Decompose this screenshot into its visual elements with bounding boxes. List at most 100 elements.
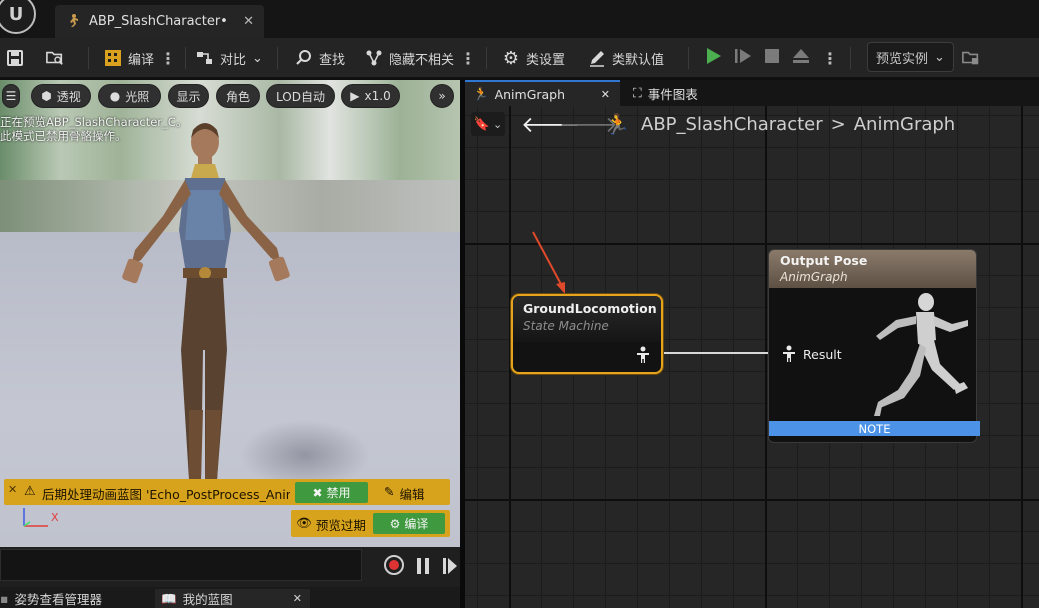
node-subtitle: AnimGraph xyxy=(780,270,848,284)
state-machine-node[interactable]: GroundLocomotion State Machine xyxy=(511,294,663,374)
play-options-icon[interactable]: ⋮ xyxy=(822,49,838,68)
bookmark-dropdown[interactable]: 🔖 ⌄ xyxy=(471,112,505,136)
book-icon: 📖 xyxy=(161,590,177,606)
diff-label: 对比 xyxy=(220,52,247,68)
pose-wire xyxy=(663,352,779,354)
preview-notice: 正在预览ABP_SlashCharacter_C。 此模式已禁用骨骼操作。 xyxy=(0,115,187,143)
tab-animgraph[interactable]: 🏃 AnimGraph ✕ xyxy=(465,80,620,106)
edit-button[interactable]: ✎ 编辑 xyxy=(384,484,425,503)
lod-dropdown[interactable]: LOD自动 xyxy=(266,84,335,108)
tab-pose-watch-manager[interactable]: ▪ 姿势查看管理器 xyxy=(0,589,102,608)
preview-notice-line2: 此模式已禁用骨骼操作。 xyxy=(0,129,127,143)
compile-options-icon[interactable]: ⋮ xyxy=(160,49,176,68)
title-bar: U ABP_SlashCharacter• ✕ xyxy=(0,0,1039,38)
stop-icon[interactable] xyxy=(764,48,780,68)
perspective-label: 透视 xyxy=(56,89,81,104)
close-tab-icon[interactable]: ✕ xyxy=(243,14,254,29)
preview-expired-label: 预览过期 xyxy=(315,518,366,533)
viewport-menu-button[interactable]: ☰ xyxy=(2,84,20,108)
save-button[interactable] xyxy=(6,44,24,72)
hamburger-icon: ☰ xyxy=(5,89,17,103)
preview-expired-status: 👁 预览过期 xyxy=(296,515,366,534)
blueprint-asset-icon xyxy=(65,12,81,32)
close-tab-icon[interactable]: ✕ xyxy=(601,88,610,101)
result-input-pin[interactable]: Result xyxy=(781,345,842,363)
chevron-down-icon: ⌄ xyxy=(252,50,263,66)
document-tab[interactable]: ABP_SlashCharacter• ✕ xyxy=(55,5,264,38)
breadcrumb-blueprint[interactable]: ABP_SlashCharacter xyxy=(641,114,823,135)
perspective-dropdown[interactable]: ⬢ 透视 xyxy=(31,84,91,108)
show-dropdown[interactable]: 显示 xyxy=(168,84,209,108)
node-title: Output Pose xyxy=(780,253,868,268)
output-pose-node[interactable]: Output Pose AnimGraph Result NOTE xyxy=(768,249,980,443)
step-forward-button[interactable] xyxy=(442,557,458,579)
graph-navigation-bar: 🔖 ⌄ 🡐 🡒 🏃 ABP_SlashCharacter > AnimGraph xyxy=(465,106,1039,144)
close-tab-icon[interactable]: ✕ xyxy=(293,592,302,605)
anim-graph-canvas[interactable]: 🔖 ⌄ 🡐 🡒 🏃 ABP_SlashCharacter > AnimGraph… xyxy=(465,106,1039,608)
breadcrumb-graph[interactable]: AnimGraph xyxy=(854,114,955,135)
gear-icon: ⚙ xyxy=(502,47,520,69)
bookmark-icon: 🔖 xyxy=(473,116,490,132)
node-title: GroundLocomotion xyxy=(523,301,657,316)
hide-unrelated-label: 隐藏不相关 xyxy=(389,52,455,68)
gear-icon: ⚙ xyxy=(389,516,401,531)
pose-output-pin[interactable] xyxy=(635,346,651,368)
lighting-dropdown[interactable]: ● 光照 xyxy=(98,84,161,108)
play-controls: ⋮ xyxy=(704,44,838,72)
pencil-icon xyxy=(588,49,606,67)
compile-icon xyxy=(104,49,122,67)
graph-tab-bar: 🏃 AnimGraph ✕ ⛶ 事件图表 xyxy=(465,80,1039,106)
compile-button[interactable]: ⚙ 编译 xyxy=(373,513,445,534)
character-mesh xyxy=(122,123,290,480)
record-button[interactable] xyxy=(384,555,404,575)
double-chevron-right-icon: » xyxy=(438,89,446,103)
tab-event-graph[interactable]: ⛶ 事件图表 xyxy=(625,80,698,106)
eject-icon[interactable] xyxy=(792,47,810,69)
tab-my-blueprint[interactable]: 📖 我的蓝图 ✕ xyxy=(155,589,310,608)
warning-icon: ⚠ xyxy=(24,484,36,499)
preview-viewport[interactable]: ☰ ⬢ 透视 ● 光照 显示 角色 LOD自动 ▶ x1.0 » 正在预览ABP… xyxy=(0,80,460,547)
pause-button[interactable] xyxy=(416,557,430,579)
hide-unrelated-button[interactable]: 隐藏不相关 ⋮ xyxy=(365,44,476,72)
class-settings-button[interactable]: ⚙ 类设置 xyxy=(502,44,565,72)
chevron-down-icon: ⌄ xyxy=(934,49,945,65)
disable-button[interactable]: ✖ 禁用 xyxy=(295,482,368,503)
diff-dropdown[interactable]: 对比 ⌄ xyxy=(196,44,263,72)
dismiss-icon[interactable]: ✕ xyxy=(8,483,17,496)
pose-pin-icon xyxy=(637,346,649,363)
pose-pin-icon xyxy=(783,345,795,362)
more-options-icon[interactable]: ⋮ xyxy=(460,49,476,68)
note-bar[interactable]: NOTE xyxy=(769,421,980,436)
preview-instance-dropdown[interactable]: 预览实例 ⌄ xyxy=(867,42,954,72)
class-settings-label: 类设置 xyxy=(526,52,566,68)
step-icon[interactable] xyxy=(734,47,752,69)
breadcrumb: ABP_SlashCharacter > AnimGraph xyxy=(641,114,955,135)
tab-event-graph-label: 事件图表 xyxy=(647,86,698,102)
axis-gizmo: X xyxy=(20,508,60,530)
pause-icon xyxy=(417,558,429,574)
timeline-track[interactable] xyxy=(0,549,362,581)
annotation-arrow xyxy=(532,231,565,294)
play-icon[interactable] xyxy=(704,47,722,69)
x-icon: ✖ xyxy=(312,485,323,500)
expand-toolbar-button[interactable]: » xyxy=(430,84,454,108)
tab-animgraph-label: AnimGraph xyxy=(494,86,566,102)
record-icon xyxy=(389,560,399,570)
class-defaults-button[interactable]: 类默认值 xyxy=(588,44,664,72)
event-graph-icon: ⛶ xyxy=(633,85,642,100)
playback-speed-dropdown[interactable]: ▶ x1.0 xyxy=(341,84,400,108)
playback-speed-label: x1.0 xyxy=(364,89,391,103)
toolbar-separator xyxy=(486,47,487,69)
unreal-logo-icon[interactable]: U xyxy=(0,0,36,34)
axis-x-label: X xyxy=(51,511,59,524)
compile-button[interactable]: 编译 ⋮ xyxy=(104,44,176,72)
find-in-world-button[interactable] xyxy=(962,44,980,72)
character-dropdown[interactable]: 角色 xyxy=(216,84,260,108)
save-icon xyxy=(6,49,24,67)
class-defaults-label: 类默认值 xyxy=(612,52,665,68)
find-label: 查找 xyxy=(319,52,346,68)
browse-asset-button[interactable] xyxy=(46,44,64,72)
search-icon xyxy=(295,49,313,67)
tab-pose-watch-label: 姿势查看管理器 xyxy=(14,592,102,607)
find-button[interactable]: 查找 xyxy=(295,44,345,72)
